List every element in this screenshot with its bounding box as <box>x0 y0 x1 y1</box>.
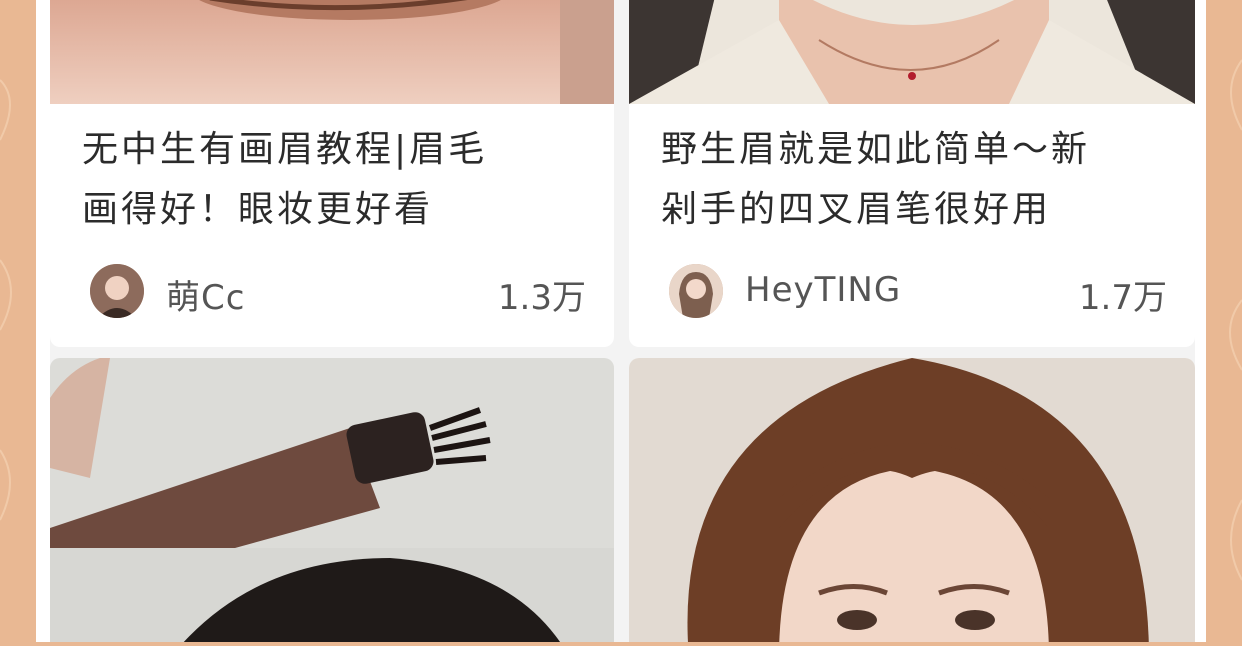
feed-card[interactable]: 野生眉就是如此简单～新 剁手的四叉眉笔很好用 HeyTING 1.7万 <box>629 0 1195 347</box>
feed-card[interactable] <box>629 358 1195 642</box>
avatar[interactable] <box>90 264 144 318</box>
author-name[interactable]: 萌Cc <box>166 270 245 319</box>
view-count: 1.3万 <box>497 278 586 318</box>
card-meta: HeyTING 1.7万 <box>661 264 1167 320</box>
card-title-line-2: 画得好！眼妆更好看 <box>82 189 434 230</box>
feed-card[interactable] <box>50 358 614 642</box>
necklace-thumbnail[interactable] <box>629 0 1195 104</box>
author-name[interactable]: HeyTING <box>745 270 901 310</box>
avatar[interactable] <box>669 264 723 318</box>
feed-card[interactable]: 无中生有画眉教程|眉毛 画得好！眼妆更好看 萌Cc 1.3万 <box>50 0 614 347</box>
card-title-line-1: 无中生有画眉教程|眉毛 <box>82 129 488 170</box>
decorative-right-border <box>1206 0 1242 642</box>
card-title[interactable]: 野生眉就是如此简单～新 剁手的四叉眉笔很好用 <box>661 120 1161 240</box>
decorative-left-border <box>0 0 36 642</box>
card-title-line-1: 野生眉就是如此简单～新 <box>661 129 1091 170</box>
card-title[interactable]: 无中生有画眉教程|眉毛 画得好！眼妆更好看 <box>82 120 582 240</box>
view-count: 1.7万 <box>1078 278 1167 318</box>
eye-makeup-thumbnail[interactable] <box>50 0 614 104</box>
card-meta: 萌Cc 1.3万 <box>82 264 586 320</box>
feed-grid: 无中生有画眉教程|眉毛 画得好！眼妆更好看 萌Cc 1.3万 野生眉就是如此简单… <box>50 0 1195 642</box>
woman-face-thumbnail[interactable] <box>629 358 1195 642</box>
app-screen: 无中生有画眉教程|眉毛 画得好！眼妆更好看 萌Cc 1.3万 野生眉就是如此简单… <box>36 0 1206 642</box>
eyebrow-pen-thumbnail[interactable] <box>50 358 614 642</box>
card-title-line-2: 剁手的四叉眉笔很好用 <box>661 189 1052 230</box>
